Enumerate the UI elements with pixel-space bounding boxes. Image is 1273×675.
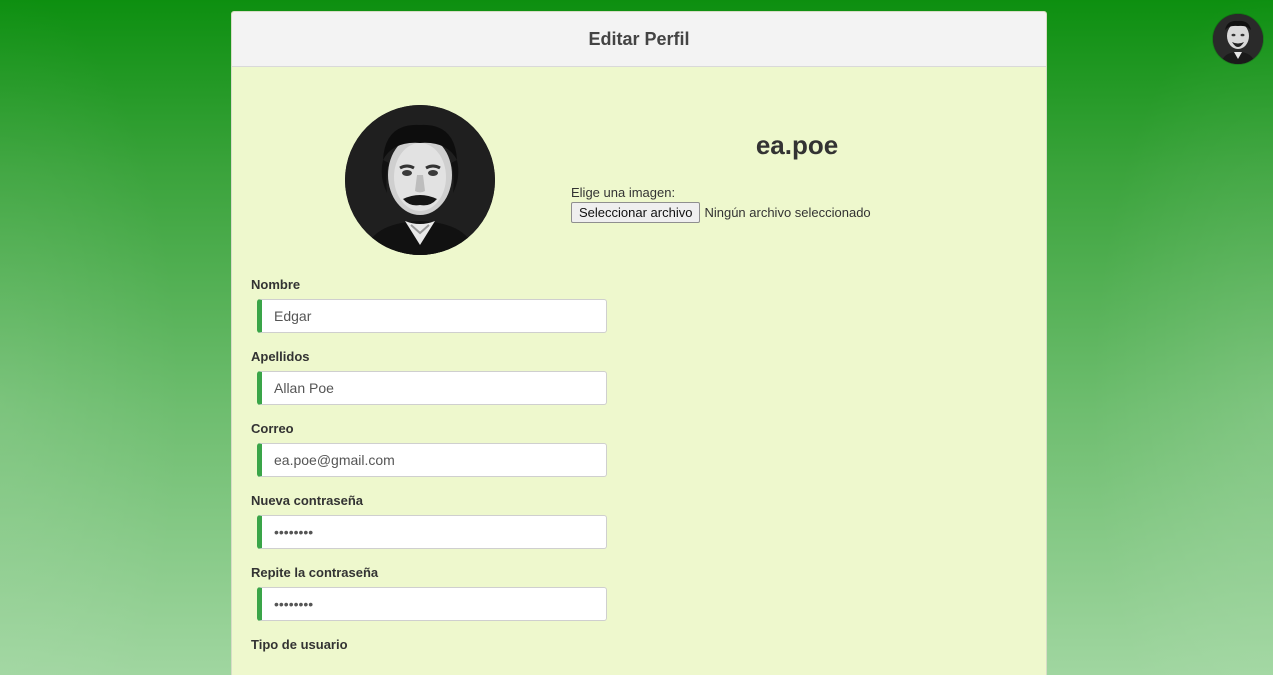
new-password-label: Nueva contraseña: [251, 493, 363, 508]
page-title: Editar Perfil: [588, 28, 690, 49]
apellidos-input[interactable]: [257, 371, 607, 405]
repeat-password-label: Repite la contraseña: [251, 565, 379, 580]
field-nueva-contrasena: Nueva contraseña: [251, 493, 611, 549]
nombre-input[interactable]: [257, 299, 607, 333]
profile-username: ea.poe: [755, 130, 839, 160]
user-type-label: Tipo de usuario: [251, 637, 348, 652]
image-upload: Elige una imagen: Seleccionar archivo Ni…: [571, 185, 871, 223]
repeat-password-field[interactable]: [257, 587, 607, 621]
edit-profile-panel: Editar Perfil ea.poe Elige una imagen: S…: [231, 11, 1047, 675]
nombre-label: Nombre: [251, 277, 301, 292]
panel-header: Editar Perfil: [232, 12, 1046, 67]
correo-label: Correo: [251, 421, 294, 436]
email-field[interactable]: [257, 443, 607, 477]
file-input-row: Seleccionar archivo Ningún archivo selec…: [571, 202, 871, 223]
field-tipo-usuario: Tipo de usuario: [251, 637, 611, 652]
profile-photo: [345, 105, 495, 255]
file-status-text: Ningún archivo seleccionado: [704, 205, 871, 220]
user-portrait-icon: [1213, 14, 1263, 64]
new-password-field[interactable]: [257, 515, 607, 549]
field-correo: Correo: [251, 421, 611, 477]
apellidos-label: Apellidos: [251, 349, 310, 364]
profile-form: Nombre Apellidos Correo Nueva contraseña: [251, 277, 611, 668]
field-repite-contrasena: Repite la contraseña: [251, 565, 611, 621]
field-apellidos: Apellidos: [251, 349, 611, 405]
select-file-button[interactable]: Seleccionar archivo: [571, 202, 701, 223]
user-avatar-menu[interactable]: [1213, 14, 1263, 64]
image-upload-label: Elige una imagen:: [571, 185, 676, 200]
user-portrait-icon: [345, 105, 495, 255]
field-nombre: Nombre: [251, 277, 611, 333]
